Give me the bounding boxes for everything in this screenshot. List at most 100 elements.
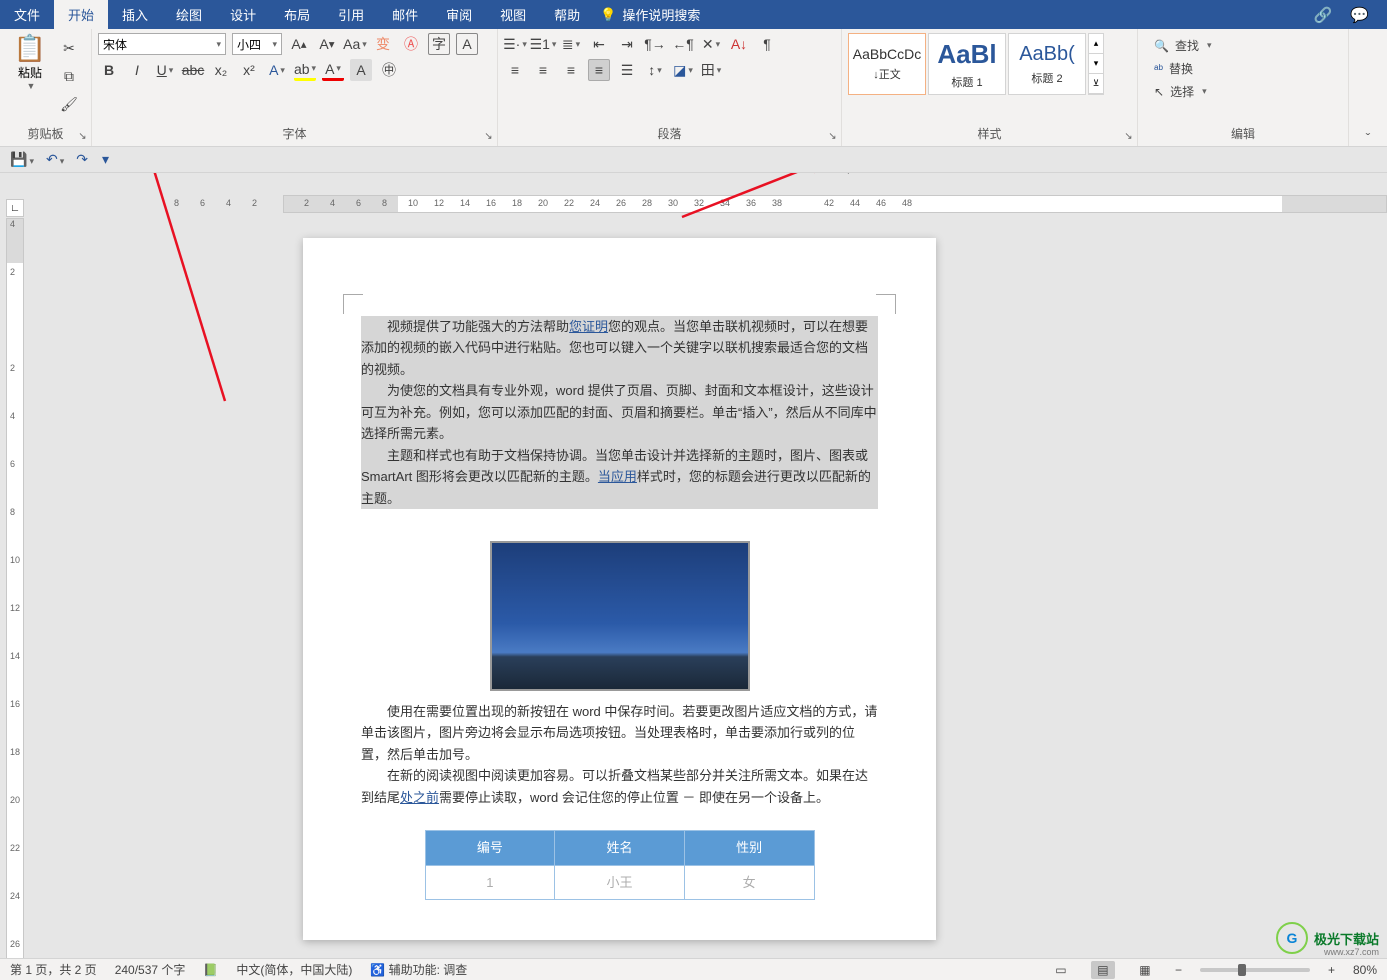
view-print[interactable]: ▤ bbox=[1091, 961, 1115, 979]
tab-mail[interactable]: 邮件 bbox=[378, 0, 432, 29]
distribute[interactable]: ☰ bbox=[616, 59, 638, 81]
tab-insert[interactable]: 插入 bbox=[108, 0, 162, 29]
paragraph-5[interactable]: 在新的阅读视图中阅读更加容易。可以折叠文档某些部分并关注所需文本。如果在达到结尾… bbox=[361, 765, 878, 808]
align-left[interactable]: ≡ bbox=[504, 59, 526, 81]
text-effects[interactable]: A▾ bbox=[266, 59, 288, 81]
format-painter-button[interactable]: 🖌 bbox=[58, 93, 80, 115]
italic[interactable]: I bbox=[126, 59, 148, 81]
ltr[interactable]: ¶→ bbox=[644, 33, 666, 55]
save-button[interactable]: 💾▾ bbox=[10, 151, 34, 168]
comments-icon[interactable]: 💬 bbox=[1350, 6, 1369, 24]
document-table[interactable]: 编号 姓名 性别 1 小王 女 bbox=[425, 830, 815, 900]
undo-button[interactable]: ↶▾ bbox=[46, 151, 64, 168]
find-button[interactable]: 🔍查找▾ bbox=[1154, 37, 1332, 54]
select-button[interactable]: ↖选择▾ bbox=[1154, 83, 1332, 100]
th-id[interactable]: 编号 bbox=[425, 831, 555, 865]
zoom-slider[interactable] bbox=[1200, 968, 1310, 972]
clipboard-launcher[interactable]: ↘ bbox=[76, 131, 89, 144]
tab-help[interactable]: 帮助 bbox=[540, 0, 594, 29]
cut-button[interactable]: ✂ bbox=[58, 37, 80, 59]
qat-customize[interactable]: ▾ bbox=[102, 151, 109, 168]
td[interactable]: 1 bbox=[425, 865, 555, 899]
highlight[interactable]: ab▾ bbox=[294, 59, 316, 81]
char-enclose[interactable]: ㊥ bbox=[378, 59, 400, 81]
asian-layout[interactable]: ✕▾ bbox=[700, 33, 722, 55]
phonetic-guide[interactable]: 变 bbox=[372, 33, 394, 55]
styles-launcher[interactable]: ↘ bbox=[1122, 131, 1135, 144]
document-page[interactable]: 视频提供了功能强大的方法帮助您证明您的观点。当您单击联机视频时，可以在想要添加的… bbox=[303, 238, 936, 940]
link-text[interactable]: 处之前 bbox=[400, 790, 439, 805]
change-case[interactable]: Aa▾ bbox=[344, 33, 366, 55]
font-name-combo[interactable]: 宋体▾ bbox=[98, 33, 226, 55]
enclose-char[interactable]: 字 bbox=[428, 33, 450, 55]
accessibility-indicator[interactable]: ♿ 辅助功能: 调查 bbox=[370, 961, 467, 978]
subscript[interactable]: x₂ bbox=[210, 59, 232, 81]
bold[interactable]: B bbox=[98, 59, 120, 81]
borders[interactable]: 田▾ bbox=[700, 59, 722, 81]
numbering[interactable]: ☰1▾ bbox=[532, 33, 554, 55]
page-indicator[interactable]: 第 1 页，共 2 页 bbox=[10, 961, 97, 978]
font-color[interactable]: A▾ bbox=[322, 59, 344, 81]
paragraph-1[interactable]: 视频提供了功能强大的方法帮助您证明您的观点。当您单击联机视频时，可以在想要添加的… bbox=[361, 316, 878, 380]
view-web[interactable]: ▦ bbox=[1133, 961, 1157, 979]
rtl[interactable]: ←¶ bbox=[672, 33, 694, 55]
collapse-ribbon[interactable]: ˇ bbox=[1349, 29, 1387, 146]
paragraph-launcher[interactable]: ↘ bbox=[826, 131, 839, 144]
sort[interactable]: A↓ bbox=[728, 33, 750, 55]
link-text[interactable]: 当应用 bbox=[598, 469, 637, 484]
tab-draw[interactable]: 绘图 bbox=[162, 0, 216, 29]
tab-home[interactable]: 开始 bbox=[54, 0, 108, 29]
spellcheck-icon[interactable]: 📗 bbox=[203, 963, 218, 977]
tab-file[interactable]: 文件 bbox=[0, 0, 54, 29]
style-gallery-more[interactable]: ▴▾⊻ bbox=[1088, 33, 1104, 95]
strikethrough[interactable]: abc bbox=[182, 59, 204, 81]
underline[interactable]: U▾ bbox=[154, 59, 176, 81]
bullets[interactable]: ☰·▾ bbox=[504, 33, 526, 55]
tab-view[interactable]: 视图 bbox=[486, 0, 540, 29]
paragraph-2[interactable]: 为使您的文档具有专业外观，word 提供了页眉、页脚、封面和文本框设计，这些设计… bbox=[361, 380, 878, 444]
view-read[interactable]: ▭ bbox=[1049, 961, 1073, 979]
td[interactable]: 小王 bbox=[555, 865, 685, 899]
superscript[interactable]: x² bbox=[238, 59, 260, 81]
vertical-ruler[interactable]: 422468101214161820222426 bbox=[6, 218, 24, 960]
char-shading[interactable]: A bbox=[350, 59, 372, 81]
zoom-out[interactable]: − bbox=[1175, 963, 1182, 977]
th-gender[interactable]: 性别 bbox=[684, 831, 814, 865]
font-size-combo[interactable]: 小四▾ bbox=[232, 33, 282, 55]
paragraph-3[interactable]: 主题和样式也有助于文档保持协调。当您单击设计并选择新的主题时，图片、图表或 Sm… bbox=[361, 445, 878, 509]
style-heading2[interactable]: AaBb( 标题 2 bbox=[1008, 33, 1086, 95]
link-text[interactable]: 您证明 bbox=[569, 319, 608, 334]
zoom-level[interactable]: 80% bbox=[1353, 963, 1377, 977]
embedded-image[interactable] bbox=[490, 541, 750, 691]
tab-references[interactable]: 引用 bbox=[324, 0, 378, 29]
zoom-in[interactable]: + bbox=[1328, 963, 1335, 977]
align-right[interactable]: ≡ bbox=[560, 59, 582, 81]
multilevel[interactable]: ≣▾ bbox=[560, 33, 582, 55]
share-icon[interactable]: 🔗 bbox=[1314, 6, 1333, 24]
tab-design[interactable]: 设计 bbox=[216, 0, 270, 29]
td[interactable]: 女 bbox=[684, 865, 814, 899]
tell-me[interactable]: 💡 操作说明搜索 bbox=[600, 5, 700, 24]
font-launcher[interactable]: ↘ bbox=[482, 131, 495, 144]
th-name[interactable]: 姓名 bbox=[555, 831, 685, 865]
increase-indent[interactable]: ⇥ bbox=[616, 33, 638, 55]
redo-button[interactable]: ↷ bbox=[76, 151, 88, 168]
language-indicator[interactable]: 中文(简体，中国大陆) bbox=[236, 961, 352, 978]
show-marks[interactable]: ¶ bbox=[756, 33, 778, 55]
clear-format[interactable]: Ⓐ bbox=[400, 33, 422, 55]
justify[interactable]: ≡ bbox=[588, 59, 610, 81]
copy-button[interactable]: ⧉ bbox=[58, 65, 80, 87]
tab-layout[interactable]: 布局 bbox=[270, 0, 324, 29]
paragraph-4[interactable]: 使用在需要位置出现的新按钮在 word 中保存时间。若要更改图片适应文档的方式，… bbox=[361, 701, 878, 765]
grow-font[interactable]: A▴ bbox=[288, 33, 310, 55]
style-heading1[interactable]: AaBl 标题 1 bbox=[928, 33, 1006, 95]
align-center[interactable]: ≡ bbox=[532, 59, 554, 81]
decrease-indent[interactable]: ⇤ bbox=[588, 33, 610, 55]
tab-review[interactable]: 审阅 bbox=[432, 0, 486, 29]
shrink-font[interactable]: A▾ bbox=[316, 33, 338, 55]
line-spacing[interactable]: ↕▾ bbox=[644, 59, 666, 81]
shading[interactable]: ◪▾ bbox=[672, 59, 694, 81]
char-border[interactable]: A bbox=[456, 33, 478, 55]
word-count[interactable]: 240/537 个字 bbox=[115, 961, 186, 978]
replace-button[interactable]: ᵃᵇ替换 bbox=[1154, 60, 1332, 77]
